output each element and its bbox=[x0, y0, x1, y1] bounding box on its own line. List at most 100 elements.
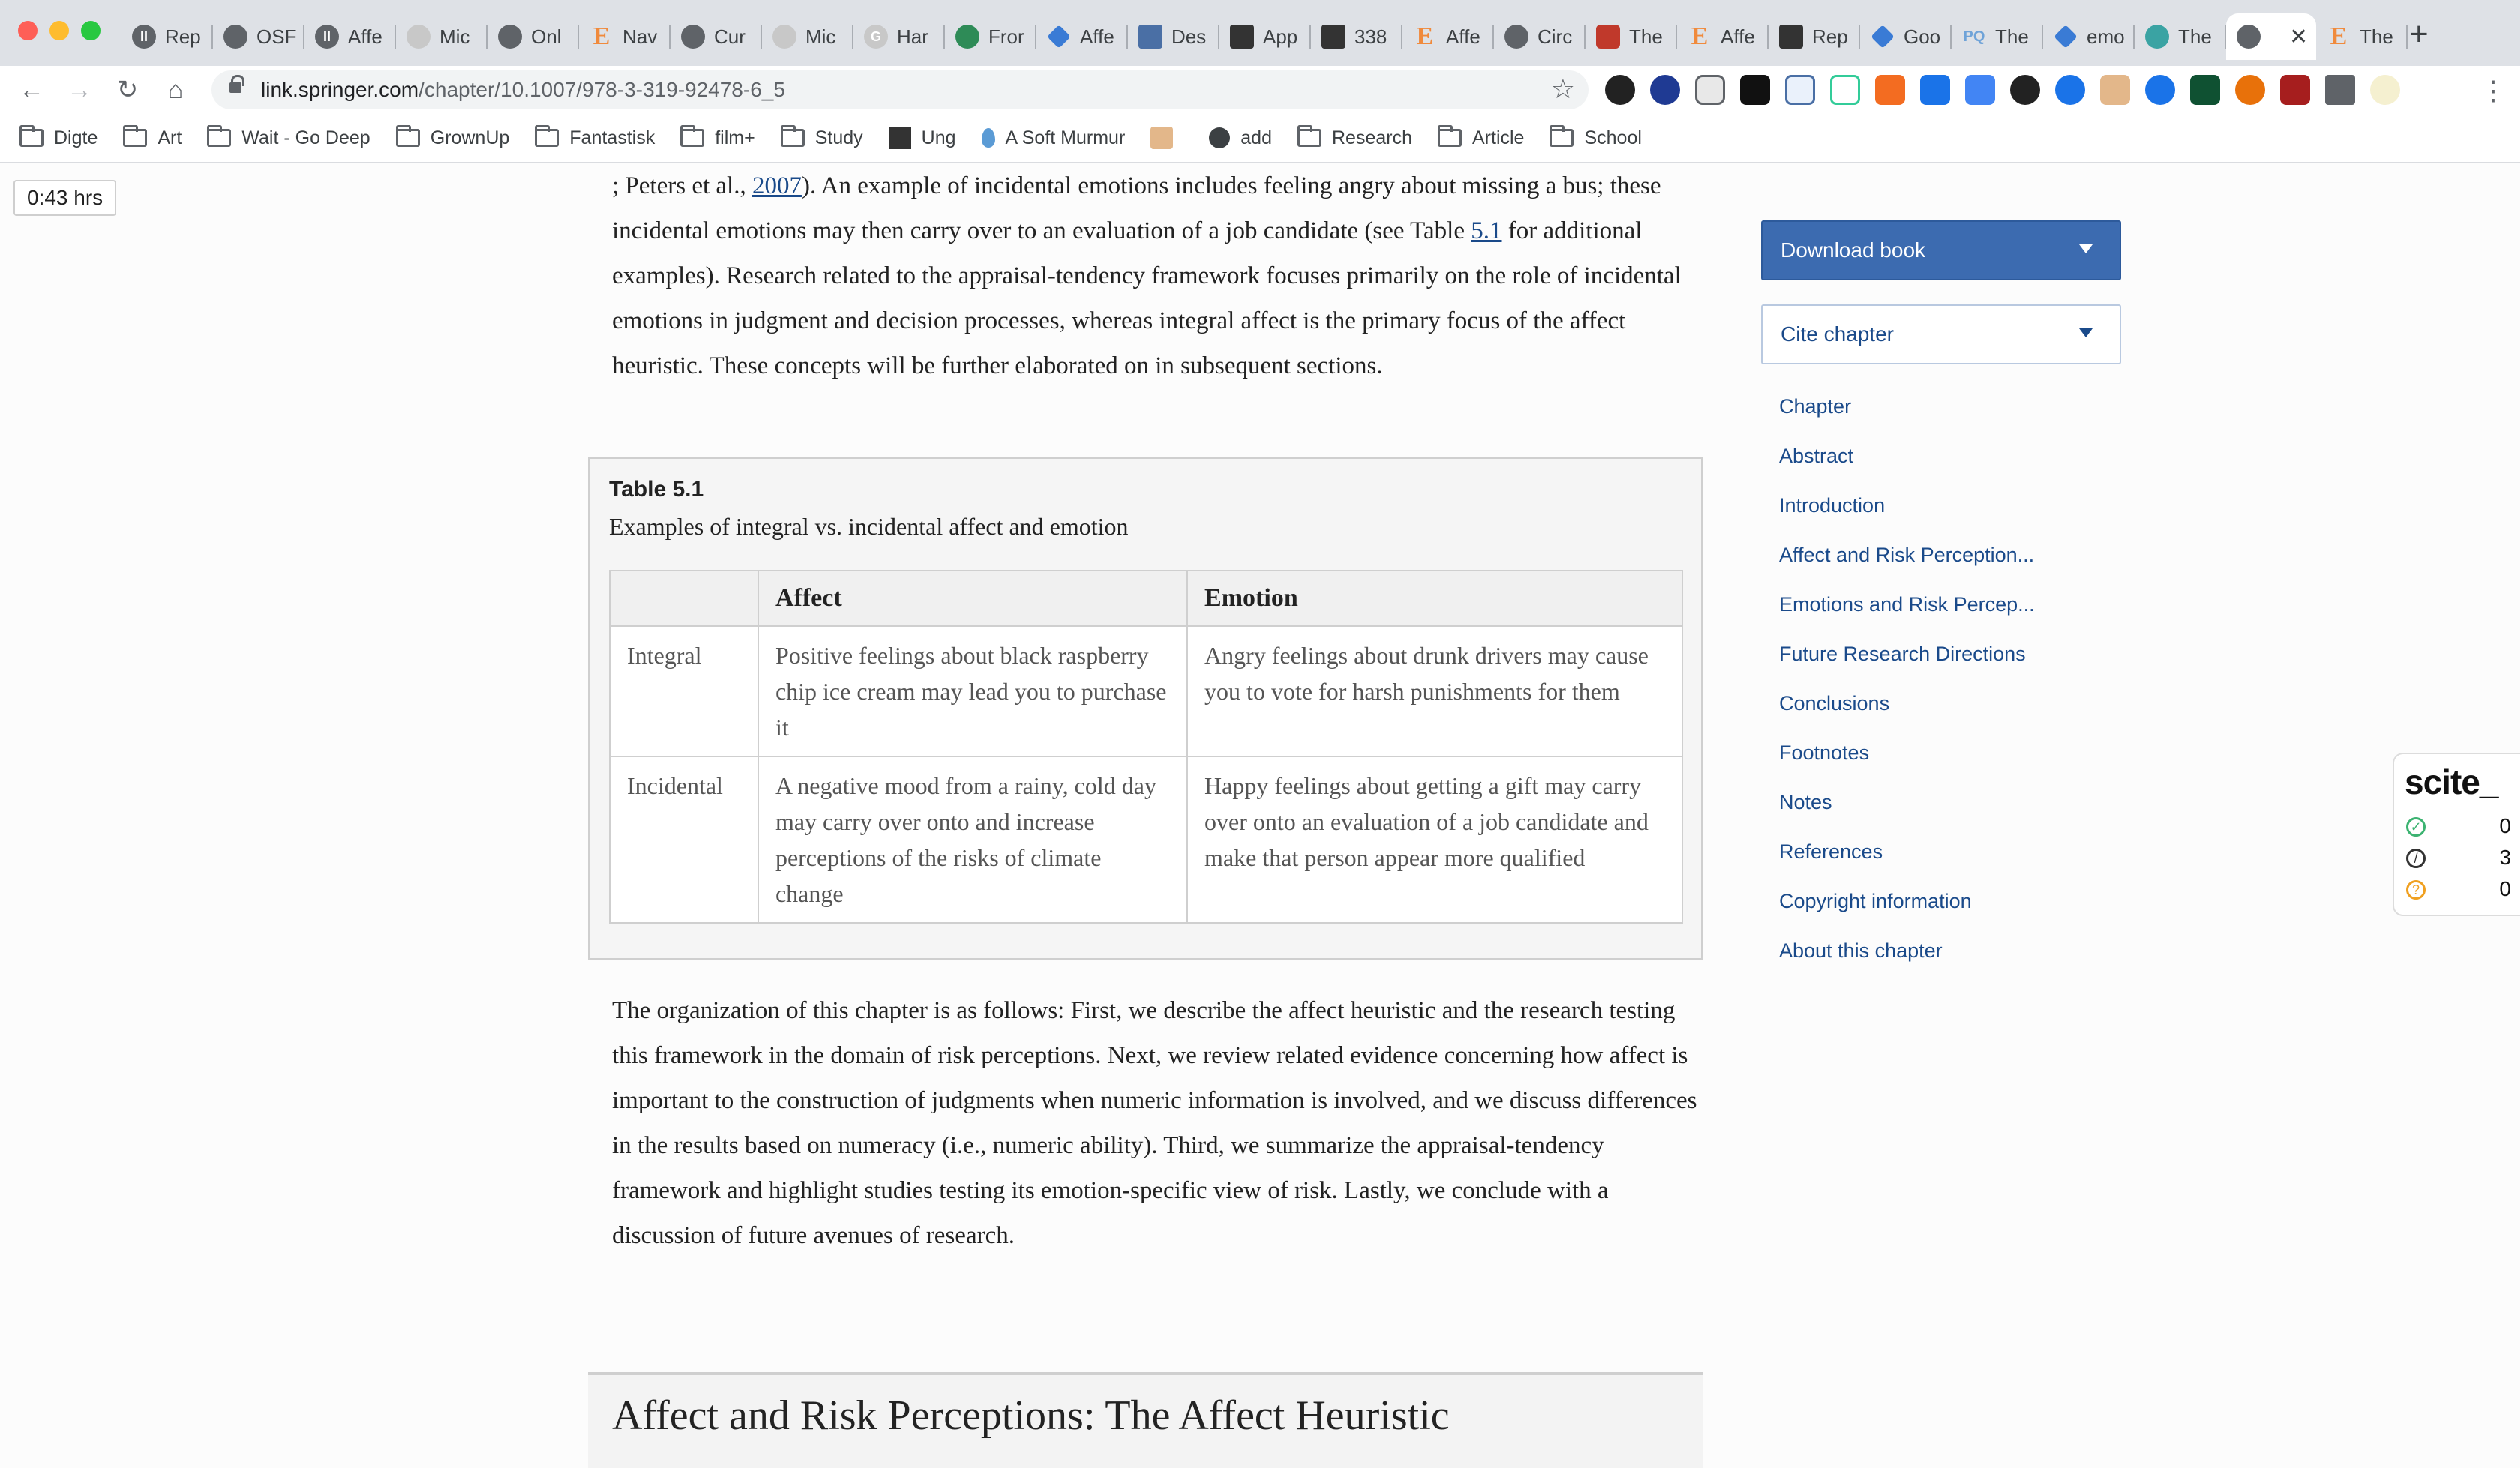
profile-avatar[interactable] bbox=[2370, 75, 2400, 105]
tab[interactable]: The bbox=[2134, 13, 2226, 60]
toc-link[interactable]: Copyright information bbox=[1779, 888, 2035, 937]
bookmark-star-icon[interactable]: ☆ bbox=[1551, 73, 1575, 105]
bookmark-item[interactable]: Article bbox=[1438, 125, 1524, 149]
pocket-icon[interactable] bbox=[1695, 75, 1725, 105]
citation-link-2007[interactable]: 2007 bbox=[752, 172, 802, 199]
bookmark-item[interactable]: film+ bbox=[680, 125, 755, 149]
toc-link[interactable]: Emotions and Risk Percep... bbox=[1779, 591, 2035, 640]
tab-label: Affe bbox=[1720, 25, 1755, 48]
toc-link[interactable]: Notes bbox=[1779, 789, 2035, 838]
bookmark-item[interactable]: Research bbox=[1298, 125, 1412, 149]
menu-kebab-icon[interactable]: ⋮ bbox=[2480, 75, 2506, 106]
toc-link[interactable]: Introduction bbox=[1779, 492, 2035, 541]
tab[interactable]: emo bbox=[2043, 13, 2134, 60]
bookmark-item[interactable]: School bbox=[1550, 125, 1642, 149]
bookmark-item[interactable]: Fantastisk bbox=[535, 125, 655, 149]
tab[interactable]: App bbox=[1220, 13, 1311, 60]
tab[interactable]: Mic bbox=[762, 13, 854, 60]
scite-widget[interactable]: scite_ ✓ 0 / 3 ? 0 bbox=[2392, 753, 2520, 916]
extension-br-icon[interactable] bbox=[1605, 75, 1635, 105]
extension-orange-circle-icon[interactable] bbox=[2235, 75, 2265, 105]
bookmark-item[interactable] bbox=[1150, 127, 1184, 149]
extension-dk-icon[interactable] bbox=[2055, 75, 2085, 105]
tab-label: Affe bbox=[1080, 25, 1114, 48]
url-text[interactable]: link.springer.com/chapter/10.1007/978-3-… bbox=[261, 78, 785, 102]
extension-green-icon[interactable] bbox=[2190, 75, 2220, 105]
bookmark-item[interactable]: Study bbox=[780, 125, 863, 149]
extension-blue-circle-icon[interactable] bbox=[2145, 75, 2175, 105]
examples-table: Affect Emotion Integral Positive feeling… bbox=[609, 570, 1683, 924]
tab[interactable]: OSF bbox=[213, 13, 304, 60]
toc-link[interactable]: Footnotes bbox=[1779, 739, 2035, 789]
tab[interactable]: II Affe bbox=[304, 13, 396, 60]
close-window-button[interactable] bbox=[18, 21, 38, 40]
toc-link[interactable]: Abstract bbox=[1779, 442, 2035, 492]
new-tab-button[interactable]: + bbox=[2409, 18, 2428, 51]
puzzle-icon[interactable] bbox=[2325, 75, 2355, 105]
folder-icon bbox=[207, 125, 232, 147]
maximize-window-button[interactable] bbox=[81, 21, 100, 40]
toc-link[interactable]: Future Research Directions bbox=[1779, 640, 2035, 690]
extension-circle-icon[interactable] bbox=[1650, 75, 1680, 105]
back-icon[interactable]: ← bbox=[15, 73, 48, 106]
tab[interactable]: Onl bbox=[488, 13, 579, 60]
reader-icon[interactable] bbox=[1785, 75, 1815, 105]
pen-icon[interactable] bbox=[1830, 75, 1860, 105]
tab-label: The bbox=[2178, 25, 2212, 48]
tab[interactable]: Des bbox=[1128, 13, 1220, 60]
tab-active[interactable]: ✕ bbox=[2226, 13, 2316, 60]
tab[interactable]: G Har bbox=[854, 13, 945, 60]
tab[interactable]: E Affe bbox=[1402, 13, 1494, 60]
tab[interactable]: Circ bbox=[1494, 13, 1586, 60]
tab[interactable]: Fror bbox=[945, 13, 1036, 60]
e-icon: E bbox=[592, 22, 610, 50]
extension-eye-icon[interactable] bbox=[2010, 75, 2040, 105]
tab[interactable]: 338 bbox=[1311, 13, 1402, 60]
extension-mb-icon[interactable] bbox=[1740, 75, 1770, 105]
tab[interactable]: Rep bbox=[1768, 13, 1860, 60]
download-icon[interactable] bbox=[1920, 75, 1950, 105]
tab[interactable]: Cur bbox=[670, 13, 762, 60]
robot-icon bbox=[1150, 127, 1174, 149]
cite-chapter-label: Cite chapter bbox=[1780, 322, 1894, 346]
bookmark-item[interactable]: add bbox=[1209, 127, 1272, 149]
bookmark-item[interactable]: Wait - Go Deep bbox=[207, 125, 370, 149]
url-path: /chapter/10.1007/978-3-319-92478-6_5 bbox=[418, 78, 785, 101]
minimize-window-button[interactable] bbox=[50, 21, 69, 40]
toc-link[interactable]: Chapter bbox=[1779, 393, 2035, 442]
extension-face-icon[interactable] bbox=[2100, 75, 2130, 105]
bookmark-item[interactable]: Art bbox=[123, 125, 182, 149]
bookmark-item[interactable]: Ung bbox=[888, 127, 956, 149]
tab[interactable]: PQ The bbox=[1952, 13, 2043, 60]
tab[interactable]: Affe bbox=[1036, 13, 1128, 60]
tab[interactable]: E Nav bbox=[579, 13, 670, 60]
tab[interactable]: E The bbox=[2316, 13, 2408, 60]
close-tab-icon[interactable]: ✕ bbox=[2289, 24, 2308, 50]
bookmark-item[interactable]: Digte bbox=[20, 125, 98, 149]
folder-icon bbox=[1550, 125, 1574, 147]
tab-label: App bbox=[1263, 25, 1298, 48]
tab[interactable]: The bbox=[1586, 13, 1677, 60]
reload-icon[interactable]: ↻ bbox=[111, 73, 144, 106]
folder-icon bbox=[123, 125, 148, 147]
extension-orange-icon[interactable] bbox=[1875, 75, 1905, 105]
table-link-5-1[interactable]: 5.1 bbox=[1471, 217, 1502, 244]
tab[interactable]: II Rep bbox=[122, 13, 213, 60]
cite-chapter-button[interactable]: Cite chapter bbox=[1761, 304, 2121, 364]
tab[interactable]: Mic bbox=[396, 13, 488, 60]
forward-icon[interactable]: → bbox=[63, 73, 96, 106]
toc-link[interactable]: Affect and Risk Perception... bbox=[1779, 541, 2035, 591]
download-book-button[interactable]: Download book bbox=[1761, 220, 2121, 280]
bookmark-item[interactable]: A Soft Murmur bbox=[981, 127, 1125, 149]
tab[interactable]: Goo bbox=[1860, 13, 1952, 60]
e-icon: E bbox=[2330, 22, 2348, 50]
toc-link[interactable]: Conclusions bbox=[1779, 690, 2035, 739]
window-icon[interactable] bbox=[1965, 75, 1995, 105]
bookmark-item[interactable]: GrownUp bbox=[395, 125, 509, 149]
address-bar[interactable]: link.springer.com/chapter/10.1007/978-3-… bbox=[212, 70, 1588, 109]
toc-link[interactable]: References bbox=[1779, 838, 2035, 888]
toc-link[interactable]: About this chapter bbox=[1779, 937, 2035, 987]
tab[interactable]: E Affe bbox=[1677, 13, 1768, 60]
home-icon[interactable]: ⌂ bbox=[159, 73, 192, 106]
ublock-icon[interactable] bbox=[2280, 75, 2310, 105]
